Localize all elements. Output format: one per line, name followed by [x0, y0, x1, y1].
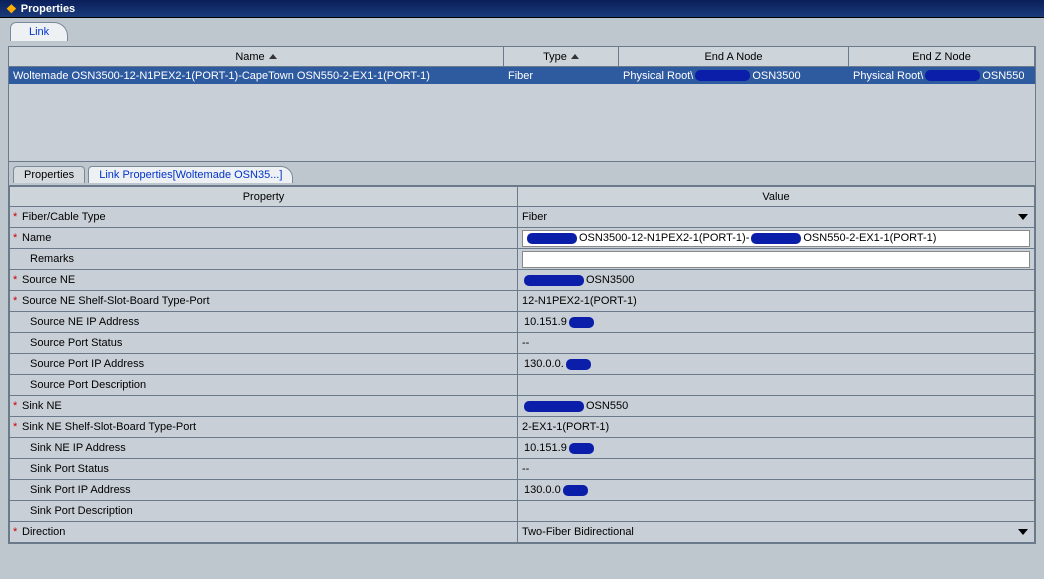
row-sink-shelf: *Sink NE Shelf-Slot-Board Type-Port 2-EX… [10, 417, 1035, 438]
redacted-text [524, 401, 584, 412]
redacted-text [566, 359, 591, 370]
value-direction[interactable]: Two-Fiber Bidirectional [518, 522, 1035, 543]
tab-link-properties[interactable]: Link Properties[Woltemade OSN35...] [88, 166, 293, 183]
value-source-ne-ip: 10.151.9 [522, 316, 1030, 328]
row-fiber-cable-type: *Fiber/Cable Type Fiber [10, 207, 1035, 228]
redacted-text [569, 443, 594, 454]
grid-row-selected[interactable]: Woltemade OSN3500-12-N1PEX2-1(PORT-1)-Ca… [9, 67, 1035, 84]
row-sink-port-ip: Sink Port IP Address 130.0.0 [10, 480, 1035, 501]
value-sink-port-status: -- [522, 463, 529, 475]
col-header-end-z[interactable]: End Z Node [849, 47, 1035, 66]
redacted-text [569, 317, 594, 328]
header-property: Property [10, 187, 518, 207]
cell-end-a: Physical Root\ OSN3500 [619, 70, 849, 82]
window-titlebar: ❖ Properties [0, 0, 1044, 18]
redacted-text [527, 233, 577, 244]
row-remarks: Remarks [10, 249, 1035, 270]
row-source-ne-ip: Source NE IP Address 10.151.9 [10, 312, 1035, 333]
value-fiber-cable-type[interactable]: Fiber [518, 207, 1035, 228]
property-table: Property Value *Fiber/Cable Type Fiber *… [9, 186, 1035, 543]
app-icon: ❖ [6, 2, 17, 16]
header-value: Value [518, 187, 1035, 207]
value-source-shelf: 12-N1PEX2-1(PORT-1) [522, 295, 637, 307]
row-sink-port-desc: Sink Port Description [10, 501, 1035, 522]
row-source-port-status: Source Port Status -- [10, 333, 1035, 354]
row-direction: *Direction Two-Fiber Bidirectional [10, 522, 1035, 543]
row-source-port-ip: Source Port IP Address 130.0.0. [10, 354, 1035, 375]
props-header-row: Property Value [10, 187, 1035, 207]
col-header-type[interactable]: Type [504, 47, 619, 66]
cell-name: Woltemade OSN3500-12-N1PEX2-1(PORT-1)-Ca… [9, 70, 504, 82]
grid-header-row: Name Type End A Node End Z Node [9, 47, 1035, 67]
redacted-text [751, 233, 801, 244]
content-box: Name Type End A Node End Z Node Woltemad… [8, 46, 1036, 544]
links-grid[interactable]: Name Type End A Node End Z Node Woltemad… [9, 47, 1035, 162]
dropdown-arrow-icon [1018, 214, 1028, 220]
row-sink-ne: *Sink NE OSN550 [10, 396, 1035, 417]
row-source-ne: *Source NE OSN3500 [10, 270, 1035, 291]
value-sink-shelf: 2-EX1-1(PORT-1) [522, 421, 609, 433]
tab-link[interactable]: Link [10, 22, 68, 41]
value-sink-ne: OSN550 [522, 400, 1030, 412]
col-header-end-a[interactable]: End A Node [619, 47, 849, 66]
sub-tab-bar: Properties Link Properties[Woltemade OSN… [9, 162, 1035, 186]
cell-type: Fiber [504, 70, 619, 82]
row-source-shelf: *Source NE Shelf-Slot-Board Type-Port 12… [10, 291, 1035, 312]
redacted-text [524, 275, 584, 286]
value-source-ne: OSN3500 [522, 274, 1030, 286]
redacted-text [695, 70, 750, 81]
redacted-text [925, 70, 980, 81]
sort-arrow-icon [269, 54, 277, 59]
value-source-port-status: -- [522, 337, 529, 349]
value-sink-ne-ip: 10.151.9 [522, 442, 1030, 454]
row-name: *Name OSN3500-12-N1PEX2-1(PORT-1)- OSN55… [10, 228, 1035, 249]
value-source-port-ip: 130.0.0. [522, 358, 1030, 370]
sort-arrow-icon [571, 54, 579, 59]
col-header-name[interactable]: Name [9, 47, 504, 66]
cell-end-z: Physical Root\ OSN550 [849, 70, 1035, 82]
input-remarks[interactable] [522, 251, 1030, 268]
redacted-text [563, 485, 588, 496]
value-sink-port-ip: 130.0.0 [522, 484, 1030, 496]
window-title: Properties [21, 3, 75, 15]
input-name[interactable]: OSN3500-12-N1PEX2-1(PORT-1)- OSN550-2-EX… [522, 230, 1030, 247]
tab-properties[interactable]: Properties [13, 166, 85, 183]
dropdown-arrow-icon [1018, 529, 1028, 535]
row-source-port-desc: Source Port Description [10, 375, 1035, 396]
row-sink-port-status: Sink Port Status -- [10, 459, 1035, 480]
top-tab-bar: Link [0, 18, 1044, 46]
row-sink-ne-ip: Sink NE IP Address 10.151.9 [10, 438, 1035, 459]
